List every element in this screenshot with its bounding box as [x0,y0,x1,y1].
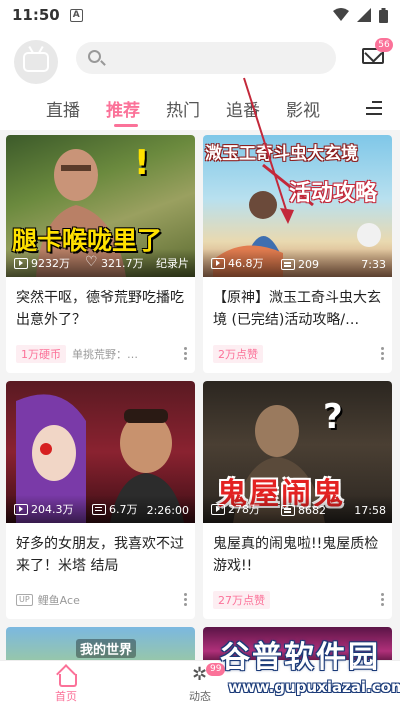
active-tab-indicator [114,124,138,127]
notification-a-icon: A [69,8,83,22]
like-count-value: 321.7万 [101,257,144,270]
video-thumbnail: ? 鬼屋闹鬼 278万 8682 17:58 [203,381,392,523]
watermark-title: 谷普软件园 [220,640,380,675]
status-icons [333,7,388,23]
video-thumbnail: ! 腿卡喉咙里了 9232万 321.7万 纪录片 [6,135,195,277]
message-button[interactable]: 56 [362,38,393,74]
video-card[interactable]: 204.3万 6.7万 2:26:00 好多的女朋友，我喜欢不过来了！米塔 结局… [6,381,195,619]
search-input[interactable] [110,48,320,68]
bilibili-tv-icon [23,52,49,72]
video-thumbnail: 204.3万 6.7万 2:26:00 [6,381,195,523]
view-count: 278万 [211,501,260,517]
danmaku-count: 6.7万 [92,501,138,517]
watermark-url: www.gupuxiazai.com [228,678,400,696]
play-count-icon [14,503,28,515]
card-footer: UP 鲤鱼Ace [16,591,188,609]
play-count-icon [14,257,28,269]
status-time: 11:50 [12,6,60,24]
danmaku-icon [92,503,106,515]
thumbnail-mark: ! [134,143,150,183]
more-options-icon[interactable] [184,593,187,606]
video-title: 鬼屋真的闹鬼啦!!鬼屋质检游戏!! [213,536,379,574]
status-bar: 11:50 A [0,0,400,30]
signal-icon [357,8,371,22]
danmaku-count-value: 8682 [298,504,326,517]
more-options-icon[interactable] [381,593,384,606]
view-count-value: 204.3万 [31,503,74,516]
up-tag: UP [16,594,33,606]
video-title: 【原神】溦玉工奇斗虫大玄境 (已完结)活动攻略/… [213,290,381,328]
nav-dynamic-label: 动态 [189,690,211,703]
thumbnail-mark: ? [323,397,343,437]
category-label: 纪录片 [156,257,189,270]
danmaku-count-value: 209 [298,258,319,271]
view-count: 46.8万 [211,255,264,271]
video-title: 突然干呕，德爷荒野吃播吃出意外了？ [16,290,184,328]
search-icon [88,50,101,63]
view-count: 9232万 [14,255,70,271]
like-badge: 27万点赞 [213,591,270,609]
video-card[interactable]: ? 鬼屋闹鬼 278万 8682 17:58 鬼屋真的闹鬼啦!!鬼屋质检游戏!!… [203,381,392,619]
danmaku-icon [281,505,295,516]
battery-icon [379,7,388,23]
card-footer: 27万点赞 [213,591,385,609]
view-count: 204.3万 [14,501,74,517]
like-count: 321.7万 [85,254,144,271]
home-icon [56,667,77,687]
coin-badge: 1万硬币 [16,345,66,363]
tab-live[interactable]: 直播 [46,96,80,121]
play-count-icon [211,503,225,515]
tab-recommend[interactable]: 推荐 [106,96,140,121]
channel-tabs: 直播 推荐 热门 追番 影视 [0,88,400,130]
wifi-icon [333,8,349,21]
card-footer: 2万点赞 [213,345,385,363]
video-duration: 7:33 [361,258,386,271]
more-options-icon[interactable] [184,347,187,360]
nav-home[interactable]: 首页 [36,665,96,704]
menu-icon[interactable] [366,101,382,115]
more-options-icon[interactable] [381,347,384,360]
danmaku-icon [281,259,295,270]
card-footer: 1万硬币 单挑荒野：… [16,345,188,363]
view-count-value: 9232万 [31,257,70,270]
danmaku-count-value: 6.7万 [109,503,138,516]
site-watermark: 谷普软件园 www.gupuxiazai.com [214,628,400,712]
video-duration: 2:26:00 [146,504,189,517]
video-title: 好多的女朋友，我喜欢不过来了！米塔 结局 [16,536,184,574]
author-name: 单挑荒野：… [72,348,138,361]
thumbnail-caption-bottom: 活动攻略 [289,181,378,206]
video-duration: 17:58 [354,504,386,517]
thumbnail-caption: 我的世界 [76,639,137,658]
mail-badge: 56 [375,38,393,52]
author-name: 鲤鱼Ace [37,594,80,607]
play-count-icon [211,257,225,269]
avatar[interactable] [14,40,58,84]
tab-hot[interactable]: 热门 [166,96,200,121]
heart-icon [85,254,98,270]
like-badge: 2万点赞 [213,345,263,363]
top-bar: 56 [0,30,400,104]
nav-home-label: 首页 [55,690,77,703]
danmaku-count: 8682 [281,504,326,517]
view-count-value: 46.8万 [228,257,264,270]
video-card[interactable]: ! 腿卡喉咙里了 9232万 321.7万 纪录片 突然干呕，德爷荒野吃播吃出意… [6,135,195,373]
search-bar[interactable] [76,42,336,74]
view-count-value: 278万 [228,503,260,516]
annotation-arrow [243,77,294,224]
danmaku-count: 209 [281,258,319,271]
